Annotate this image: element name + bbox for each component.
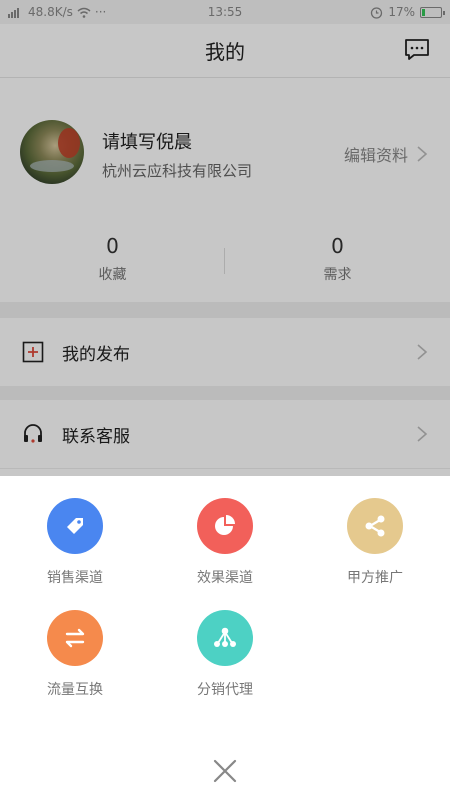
sheet-item-label: 甲方推广 [347,570,403,586]
close-icon [213,759,237,783]
item-circle [347,498,403,554]
item-circle [47,610,103,666]
sheet-item-label: 流量互换 [47,682,103,698]
sheet-item-sales-channel[interactable]: 销售渠道 [0,498,150,587]
sheet-item-distribution-agent[interactable]: 分销代理 [150,610,300,699]
sheet-item-client-promotion[interactable]: 甲方推广 [300,498,450,587]
close-button[interactable] [208,754,242,788]
network-icon [214,627,236,647]
pie-chart-icon [215,515,235,535]
sheet-item-label: 销售渠道 [47,570,103,586]
sheet-item-label: 分销代理 [197,682,253,698]
action-sheet: 销售渠道 效果渠道 甲方推广 流量互换 分销代理 [0,476,450,800]
item-circle [197,498,253,554]
item-circle [197,610,253,666]
share-icon [365,515,385,537]
swap-arrows-icon [65,628,85,648]
tag-icon [67,518,83,534]
sheet-item-effect-channel[interactable]: 效果渠道 [150,498,300,587]
sheet-item-traffic-exchange[interactable]: 流量互换 [0,610,150,699]
sheet-item-label: 效果渠道 [197,570,253,586]
item-circle [47,498,103,554]
modal-backdrop[interactable] [0,0,450,476]
